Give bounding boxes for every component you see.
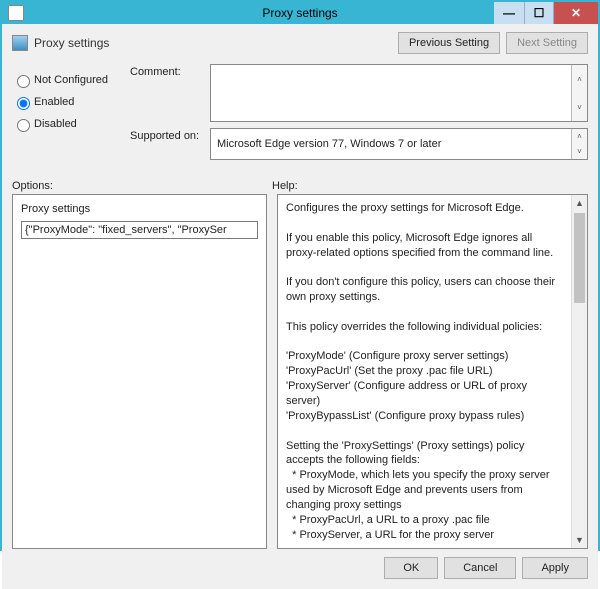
comment-label: Comment: [130, 64, 210, 78]
help-scrollbar[interactable]: ▲ ▼ [571, 195, 587, 548]
previous-setting-button[interactable]: Previous Setting [398, 32, 500, 54]
proxy-settings-input[interactable] [21, 221, 258, 239]
maximize-button[interactable]: ☐ [524, 2, 554, 24]
help-section-label: Help: [272, 180, 298, 192]
radio-disabled[interactable]: Disabled [12, 116, 122, 132]
dialog-content: Proxy settings Previous Setting Next Set… [2, 24, 598, 589]
minimize-button[interactable]: — [494, 2, 524, 24]
options-panel: Proxy settings [12, 194, 267, 549]
comment-input[interactable]: ˄˅ [210, 64, 588, 122]
radio-enabled-label: Enabled [34, 96, 74, 108]
supported-box: Microsoft Edge version 77, Windows 7 or … [210, 128, 588, 160]
radio-disabled-label: Disabled [34, 118, 77, 130]
radio-enabled-input[interactable] [17, 97, 30, 110]
chevron-up-icon[interactable]: ˄ [571, 129, 587, 144]
apply-button[interactable]: Apply [522, 557, 588, 579]
chevron-down-icon[interactable]: ˅ [571, 144, 587, 159]
supported-spin[interactable]: ˄˅ [571, 129, 587, 159]
help-text: Configures the proxy settings for Micros… [278, 195, 571, 548]
radio-enabled[interactable]: Enabled [12, 94, 122, 110]
titlebar[interactable]: Proxy settings — ☐ ✕ [2, 2, 598, 24]
chevron-down-icon[interactable]: ˅ [571, 93, 587, 121]
radio-not-configured-input[interactable] [17, 75, 30, 88]
dialog-window: Proxy settings — ☐ ✕ Proxy settings Prev… [0, 0, 600, 551]
cancel-button[interactable]: Cancel [444, 557, 516, 579]
radio-not-configured[interactable]: Not Configured [12, 72, 122, 88]
close-button[interactable]: ✕ [554, 2, 598, 24]
options-subtitle: Proxy settings [21, 203, 258, 215]
chevron-up-icon[interactable]: ˄ [571, 65, 587, 93]
radio-not-configured-label: Not Configured [34, 74, 108, 86]
config-state-group: Not Configured Enabled Disabled [12, 64, 122, 166]
supported-value: Microsoft Edge version 77, Windows 7 or … [217, 138, 441, 150]
supported-label: Supported on: [130, 128, 210, 142]
options-section-label: Options: [12, 180, 272, 192]
app-icon [8, 5, 24, 21]
comment-spin[interactable]: ˄˅ [571, 65, 587, 121]
scroll-down-icon[interactable]: ▼ [572, 532, 587, 548]
policy-icon [12, 35, 28, 51]
window-title: Proxy settings [262, 6, 337, 20]
policy-title: Proxy settings [34, 36, 109, 50]
radio-disabled-input[interactable] [17, 119, 30, 132]
scroll-up-icon[interactable]: ▲ [572, 195, 587, 211]
ok-button[interactable]: OK [384, 557, 438, 579]
help-panel: Configures the proxy settings for Micros… [277, 194, 588, 549]
next-setting-button: Next Setting [506, 32, 588, 54]
scroll-thumb[interactable] [574, 213, 585, 303]
